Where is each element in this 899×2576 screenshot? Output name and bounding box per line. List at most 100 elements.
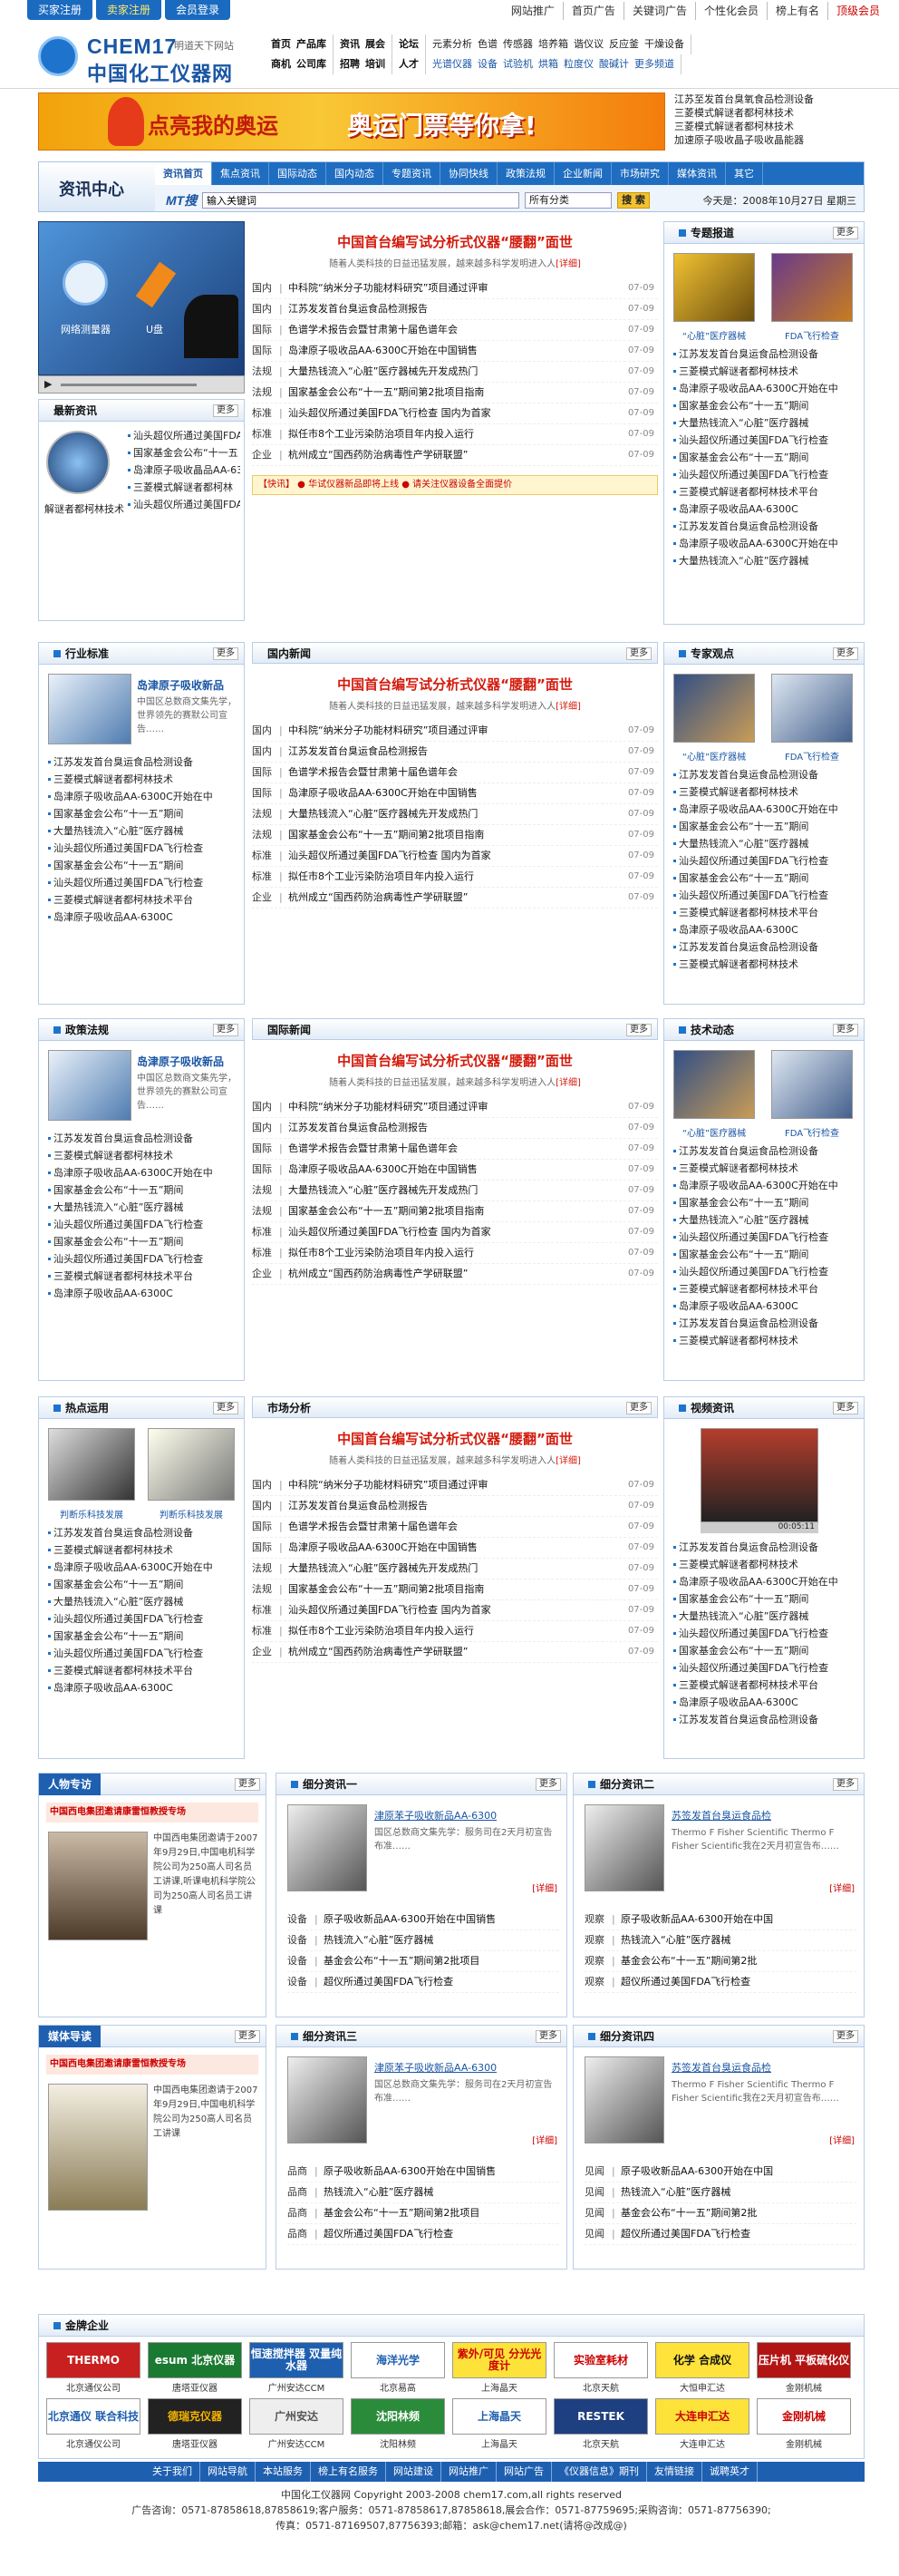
- more-button[interactable]: 更多: [833, 2030, 858, 2043]
- news-title[interactable]: 岛津原子吸收品AA-6300C开始在中国销售: [288, 783, 560, 803]
- logo-caption[interactable]: 北京易高: [351, 2380, 445, 2394]
- news-title[interactable]: 色谱学术报告会暨甘肃第十届色谱年会: [288, 1139, 560, 1159]
- list-item[interactable]: 岛津原子吸收品AA-6300C: [672, 1694, 858, 1711]
- logo-caption[interactable]: 上海晶天: [452, 2436, 546, 2450]
- news-row[interactable]: 标准 | 拟任市8个工业污染防治项目年内投入运行 07-09: [252, 1621, 658, 1642]
- news-row[interactable]: 法规 | 国家基金会公布“十一五”期间第2批项目指南 07-09: [252, 1580, 658, 1600]
- logo-caption[interactable]: 广州安达CCM: [249, 2380, 343, 2394]
- news-title[interactable]: 杭州成立“国西药防治病毒性产学研联盟”: [288, 1264, 560, 1284]
- more-button[interactable]: 更多: [833, 227, 858, 239]
- sub-info-row[interactable]: 观察 | 热钱流入“心脏”医疗器械: [585, 1930, 856, 1951]
- headline-title[interactable]: 中国首台编写试分析式仪器“腰翻”面世: [252, 232, 658, 251]
- list-item[interactable]: 国家基金会公布“十一五”期间: [672, 1590, 858, 1608]
- row-title[interactable]: 原子吸收新品AA-6300开始在中国: [621, 2162, 856, 2182]
- more-button[interactable]: 更多: [626, 1402, 652, 1414]
- news-row[interactable]: 国际 | 岛津原子吸收品AA-6300C开始在中国销售 07-09: [252, 1160, 658, 1181]
- channel-link[interactable]: 设备: [475, 54, 500, 74]
- list-item[interactable]: 大量热钱流入“心脏”医疗器械: [46, 1199, 238, 1216]
- logo-caption[interactable]: 大连申汇达: [655, 2436, 749, 2450]
- logo-text[interactable]: 压片机 平板硫化仪: [757, 2342, 851, 2378]
- news-title[interactable]: 汕头超仪所通过美国FDA飞行检查 国内为首家: [288, 846, 560, 866]
- list-item[interactable]: 三菱模式解谜者都柯林技术: [46, 1147, 238, 1164]
- board-photo[interactable]: [771, 253, 853, 322]
- nav-link[interactable]: 论坛: [396, 34, 421, 54]
- row-title[interactable]: 超仪所通过美国FDA飞行检查: [324, 1972, 559, 1992]
- enterprise-logo[interactable]: 上海晶天 上海晶天: [452, 2398, 546, 2450]
- channel-link[interactable]: 元素分析: [430, 34, 475, 54]
- news-row[interactable]: 国际 | 色谱学术报告会暨甘肃第十届色谱年会 07-09: [252, 320, 658, 341]
- sub-info-row[interactable]: 见闻 | 基金会公布“十一五”期间第2批: [585, 2203, 856, 2224]
- footer-link[interactable]: 《仪器信息》期刊: [552, 2462, 647, 2482]
- list-item[interactable]: 岛津原子吸收品AA-6300C: [46, 909, 238, 926]
- list-item[interactable]: 汕头超仪所通过美国FDA: [126, 496, 240, 513]
- list-item[interactable]: 三菱模式解谜者都柯林技术平台: [46, 1662, 238, 1679]
- nav-link[interactable]: 招聘: [337, 54, 362, 74]
- list-item[interactable]: 三菱模式解谜者都柯林: [126, 479, 240, 496]
- enterprise-logo[interactable]: 压片机 平板硫化仪 金刚机械: [757, 2342, 851, 2394]
- channel-link[interactable]: 谐仪议: [571, 34, 606, 54]
- logo-caption[interactable]: 上海晶天: [452, 2380, 546, 2394]
- sub-info-row[interactable]: 设备 | 基金会公布“十一五”期间第2批项目: [287, 1951, 559, 1972]
- banner-link[interactable]: 江苏至发首台臭氧食品检测设备: [674, 92, 865, 106]
- list-item[interactable]: 汕头超仪所通过美国FDA飞行检查: [672, 1659, 858, 1677]
- news-title[interactable]: 江苏发发首台臭运食品检测报告: [288, 1118, 560, 1138]
- list-item[interactable]: 江苏发发首台臭运食品检测设备: [672, 938, 858, 956]
- row-title[interactable]: 基金会公布“十一五”期间第2批: [621, 2203, 856, 2223]
- seller-register-tab[interactable]: 卖家注册: [96, 0, 162, 20]
- list-item[interactable]: 三菱模式解谜者都柯林技术: [46, 1541, 238, 1559]
- news-title[interactable]: 中科院“纳米分子功能材料研究”项目通过评审: [288, 278, 560, 298]
- news-row[interactable]: 法规 | 大量热钱流入“心脏”医疗器械先开发成热门 07-09: [252, 1181, 658, 1201]
- news-title[interactable]: 拟任市8个工业污染防治项目年内投入运行: [288, 1621, 560, 1641]
- expert-photo[interactable]: [673, 674, 755, 743]
- list-item[interactable]: 江苏发发首台臭运食品检测设备: [672, 518, 858, 535]
- detail-link[interactable]: [详细]: [556, 259, 581, 269]
- news-row[interactable]: 企业 | 杭州成立“国西药防治病毒性产学研联盟” 07-09: [252, 888, 658, 909]
- detail-link[interactable]: [详细]: [532, 1881, 557, 1894]
- news-row[interactable]: 企业 | 杭州成立“国西药防治病毒性产学研联盟” 07-09: [252, 1264, 658, 1285]
- news-title[interactable]: 拟任市8个工业污染防治项目年内投入运行: [288, 424, 560, 444]
- news-row[interactable]: 国内 | 中科院“纳米分子功能材料研究”项目通过评审 07-09: [252, 1475, 658, 1496]
- sub-info-row[interactable]: 见闻 | 原子吸收新品AA-6300开始在中国: [585, 2162, 856, 2182]
- headline-title[interactable]: 中国首台编写试分析式仪器“腰翻”面世: [252, 675, 658, 694]
- more-button[interactable]: 更多: [833, 647, 858, 660]
- more-button[interactable]: 更多: [833, 1778, 858, 1791]
- row-title[interactable]: 热钱流入“心脏”医疗器械: [621, 2182, 856, 2202]
- search-button[interactable]: 搜 索: [617, 192, 650, 209]
- list-item[interactable]: 大量热钱流入“心脏”医疗器械: [672, 1211, 858, 1229]
- logo-caption[interactable]: 大恒申汇达: [655, 2380, 749, 2394]
- photo-caption[interactable]: FDA飞行检查: [771, 1125, 853, 1139]
- logo-caption[interactable]: 唐塔亚仪器: [148, 2436, 242, 2450]
- news-title[interactable]: 中科院“纳米分子功能材料研究”项目通过评审: [288, 1475, 560, 1495]
- nav-link[interactable]: 首页: [268, 34, 294, 54]
- enterprise-logo[interactable]: 广州安达 广州安达CCM: [249, 2398, 343, 2450]
- product-photo[interactable]: [48, 1428, 135, 1501]
- list-item[interactable]: 大量热钱流入“心脏”医疗器械: [46, 1593, 238, 1610]
- news-row[interactable]: 法规 | 大量热钱流入“心脏”医疗器械先开发成热门 07-09: [252, 804, 658, 825]
- list-item[interactable]: 国家基金会公布“十一五”期间: [46, 1628, 238, 1645]
- footer-link[interactable]: 本站服务: [256, 2462, 311, 2482]
- news-row[interactable]: 标准 | 拟任市8个工业污染防治项目年内投入运行 07-09: [252, 867, 658, 888]
- product-name[interactable]: 岛津原子吸收新品: [137, 1054, 224, 1069]
- photo-caption[interactable]: 判断乐科技发展: [148, 1507, 235, 1521]
- list-item[interactable]: 汕头超仪所通过美国FDA飞行检查: [46, 874, 238, 891]
- list-item[interactable]: 江苏发发首台臭运食品检测设备: [46, 1130, 238, 1147]
- enterprise-logo[interactable]: esum 北京仪器 唐塔亚仪器: [148, 2342, 242, 2394]
- sub-info-row[interactable]: 品商 | 超仪所通过美国FDA飞行检查: [287, 2224, 559, 2245]
- news-tab[interactable]: 其它: [726, 162, 763, 185]
- news-title[interactable]: 色谱学术报告会暨甘肃第十届色谱年会: [288, 763, 560, 783]
- sub-info-headline[interactable]: 苏签发首台臭运食品检: [672, 1808, 856, 1823]
- list-item[interactable]: 岛津原子吸收品AA-6300C: [672, 1298, 858, 1315]
- list-item[interactable]: 江苏发发首台臭运食品检测设备: [672, 1142, 858, 1160]
- top-link[interactable]: 榜上有名: [766, 2, 827, 20]
- photo-caption[interactable]: FDA飞行检查: [771, 749, 853, 763]
- logo-caption[interactable]: 北京天航: [554, 2380, 648, 2394]
- news-tab[interactable]: 资讯首页: [155, 162, 212, 185]
- logo-caption[interactable]: 北京天航: [554, 2436, 648, 2450]
- detail-link[interactable]: [详细]: [829, 1881, 855, 1894]
- more-button[interactable]: 更多: [626, 1024, 652, 1036]
- footer-link[interactable]: 网站建设: [386, 2462, 441, 2482]
- list-item[interactable]: 岛津原子吸收品AA-6300C开始在中: [672, 535, 858, 552]
- channel-link[interactable]: 反应釜: [606, 34, 642, 54]
- nav-link[interactable]: 展会: [362, 34, 388, 54]
- list-item[interactable]: 三菱模式解谜者都柯林技术: [672, 783, 858, 801]
